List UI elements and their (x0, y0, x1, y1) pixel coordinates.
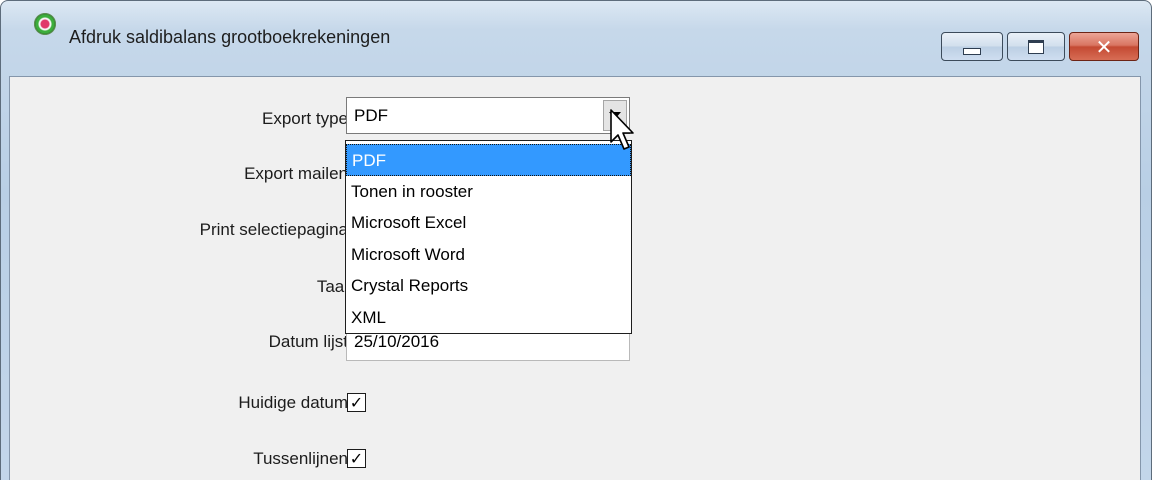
close-icon: ✕ (1095, 34, 1113, 59)
export-type-value: PDF (354, 106, 388, 125)
taal-label: Taal (316, 277, 348, 296)
title-bar[interactable]: Afdruk saldibalans grootboekrekeningen ✕ (1, 1, 1151, 61)
export-type-dropdown-list: PDF Tonen in rooster Microsoft Excel Mic… (345, 140, 632, 334)
datum-lijst-value: 25/10/2016 (354, 332, 440, 351)
minimize-icon (963, 48, 981, 55)
minimize-button[interactable] (941, 32, 1003, 61)
dropdown-option-crystal-reports[interactable]: Crystal Reports (346, 270, 631, 302)
huidige-datum-label: Huidige datum (238, 393, 348, 412)
app-icon (34, 13, 56, 35)
dropdown-option-pdf[interactable]: PDF (346, 144, 631, 176)
huidige-datum-checkbox[interactable]: ✓ (347, 393, 366, 412)
maximize-icon (1028, 39, 1044, 54)
tussenlijnen-label: Tussenlijnen (253, 449, 348, 468)
window-title: Afdruk saldibalans grootboekrekeningen (69, 27, 391, 47)
mouse-cursor-icon (610, 109, 634, 150)
maximize-button[interactable] (1007, 32, 1065, 61)
dropdown-option-xml[interactable]: XML (346, 302, 631, 334)
export-mailen-label: Export mailen (244, 164, 348, 183)
dropdown-option-microsoft-word[interactable]: Microsoft Word (346, 239, 631, 271)
dropdown-option-microsoft-excel[interactable]: Microsoft Excel (346, 207, 631, 239)
close-button[interactable]: ✕ (1069, 32, 1139, 61)
print-selectiepagina-label: Print selectiepagina (199, 220, 348, 239)
export-type-select[interactable]: PDF (346, 97, 630, 134)
export-type-label: Export type (262, 109, 348, 128)
datum-lijst-label: Datum lijst (268, 332, 348, 351)
tussenlijnen-checkbox[interactable]: ✓ (347, 449, 366, 468)
dropdown-option-tonen-in-rooster[interactable]: Tonen in rooster (346, 176, 631, 208)
